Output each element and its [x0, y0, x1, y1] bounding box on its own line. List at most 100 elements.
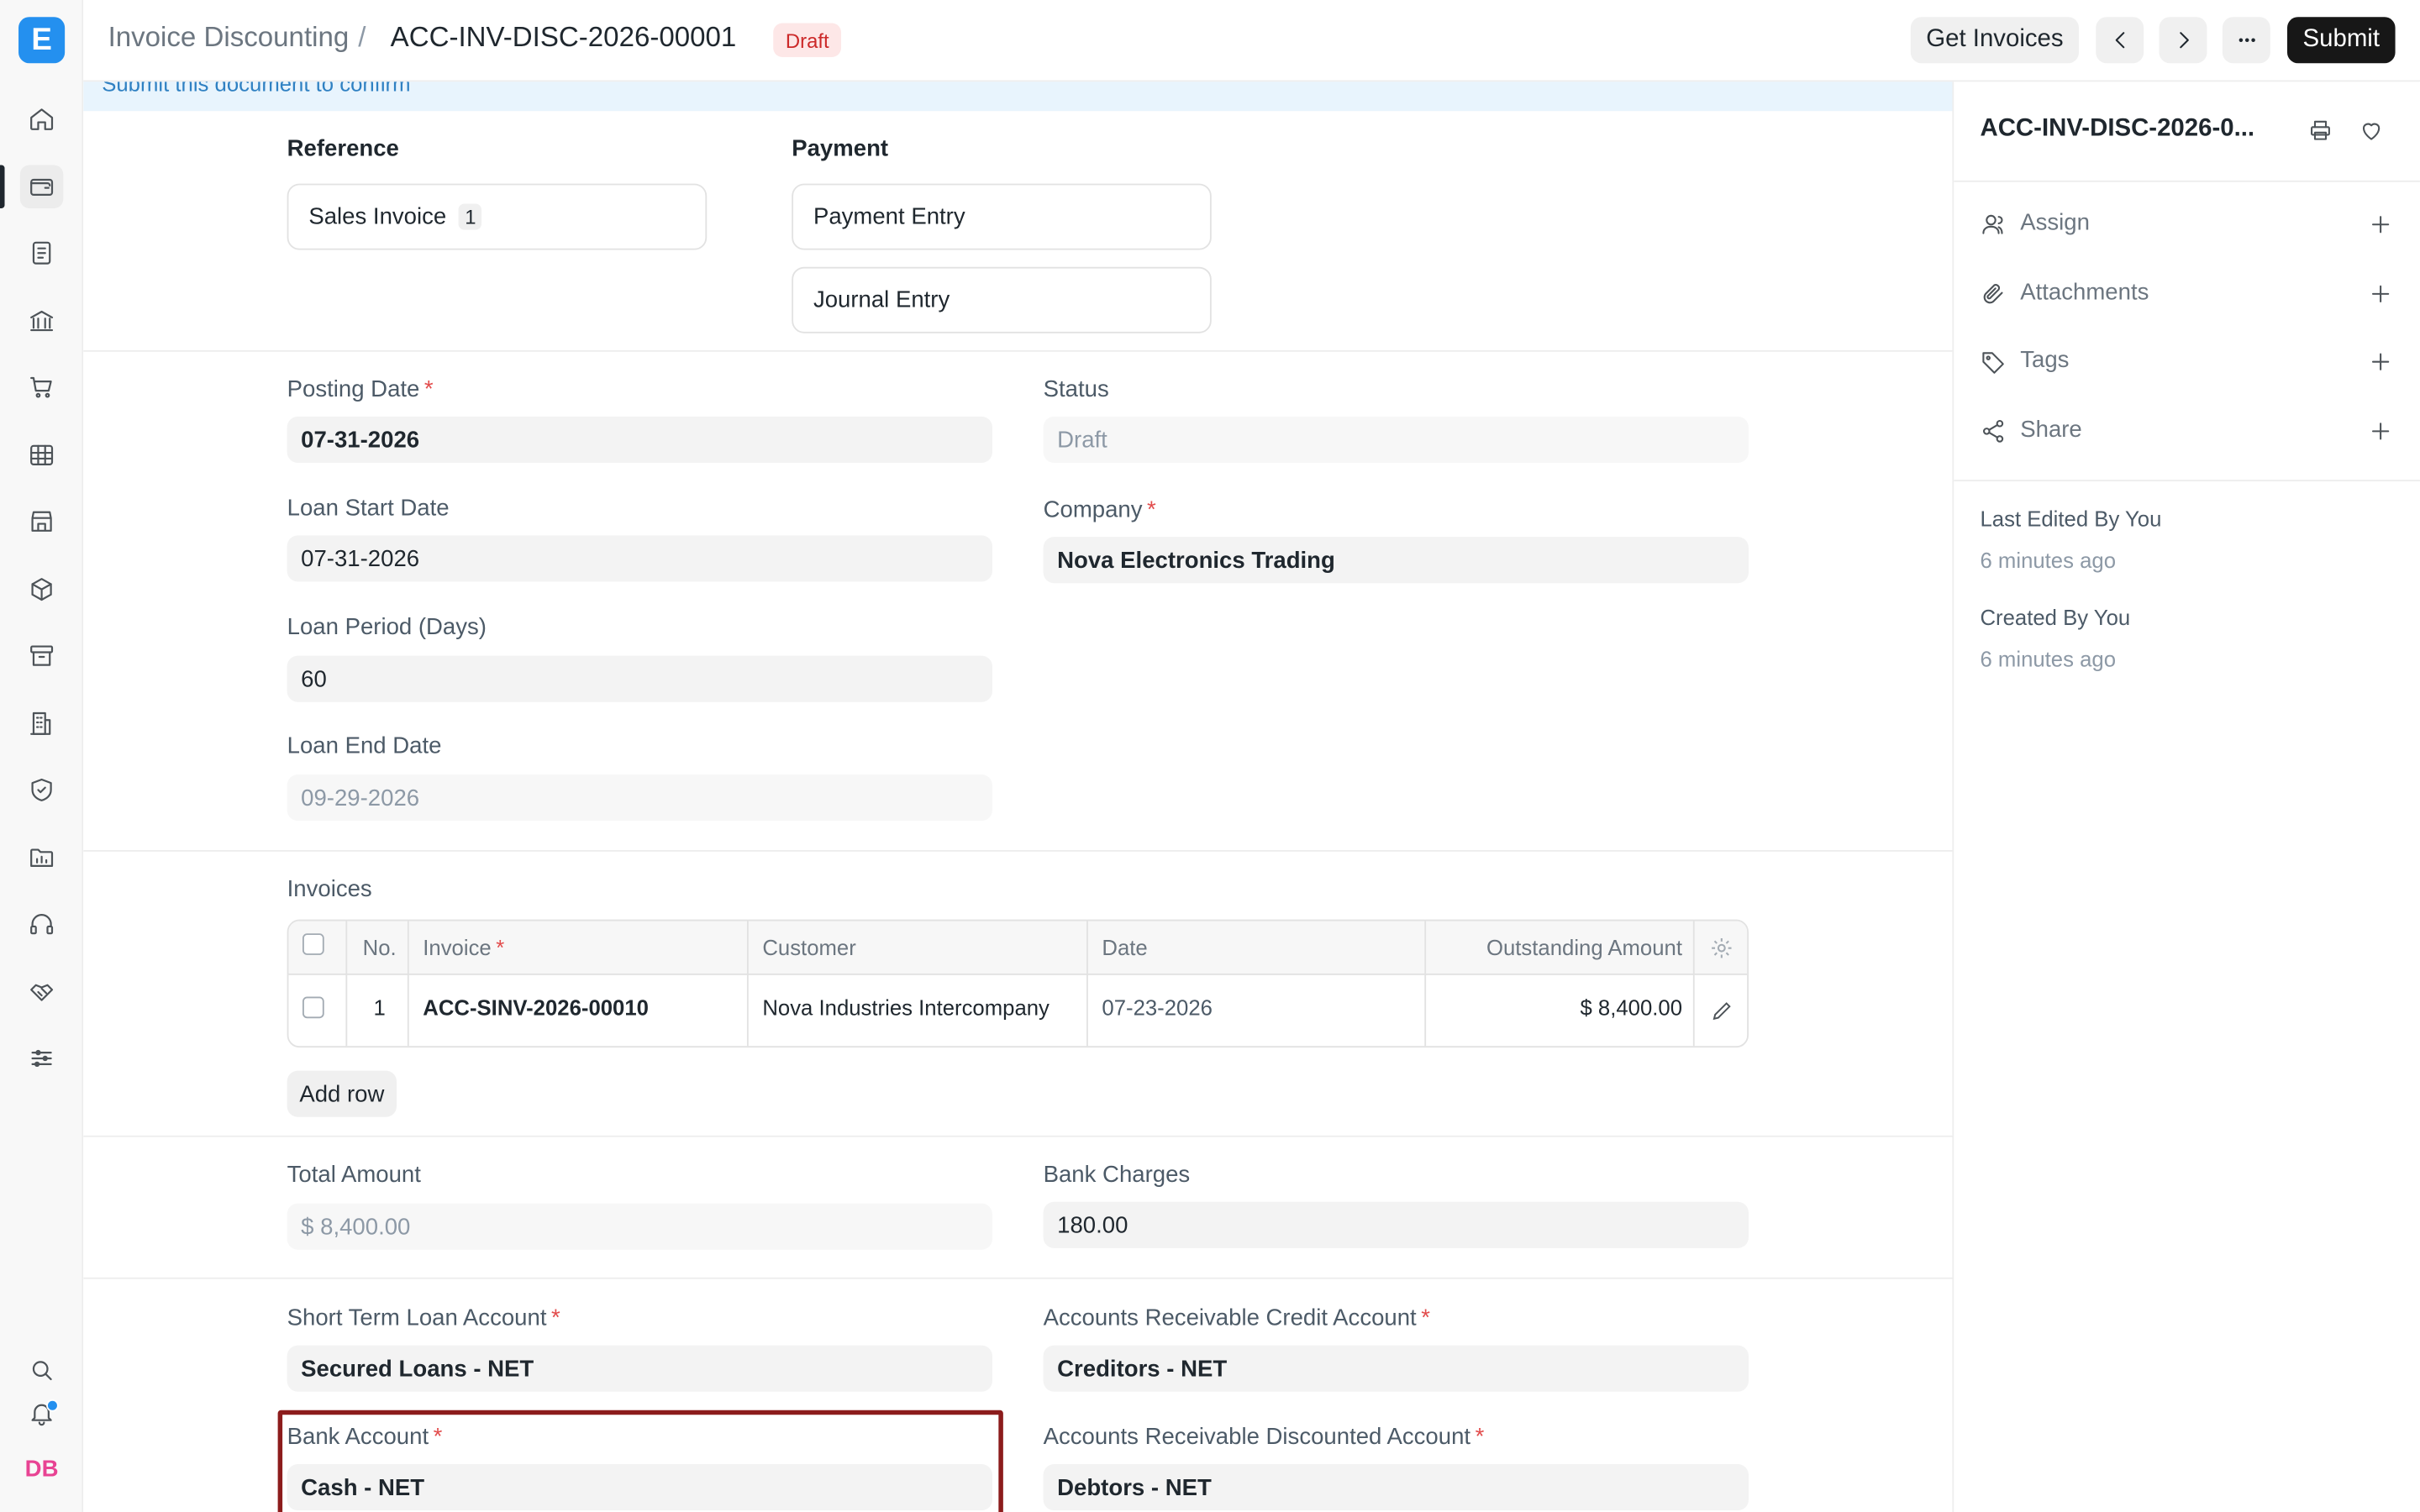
active-indicator — [0, 165, 5, 208]
plus-icon[interactable] — [2367, 418, 2393, 444]
add-row-button[interactable]: Add row — [287, 1070, 397, 1117]
sidebar-assign[interactable]: Assign — [1980, 207, 2393, 244]
bell-icon[interactable] — [20, 1392, 63, 1435]
pencil-icon[interactable] — [1710, 998, 1734, 1022]
short-term-loan-account-label: Short Term Loan Account * — [287, 1305, 560, 1332]
bank-charges-label: Bank Charges — [1043, 1162, 1191, 1189]
invoices-table: No. Invoice * Customer Date Outstanding A… — [287, 919, 1749, 1048]
payment-heading: Payment — [792, 135, 889, 162]
column-divider — [1086, 921, 1088, 1047]
page-title: ACC-INV-DISC-2026-00001 — [390, 21, 737, 53]
ar-credit-account-label: Accounts Receivable Credit Account * — [1043, 1305, 1430, 1332]
archive-icon[interactable] — [20, 634, 63, 677]
posting-date-field[interactable]: 07-31-2026 — [287, 416, 992, 464]
package-icon[interactable] — [20, 568, 63, 611]
loan-end-date-field: 09-29-2026 — [287, 774, 992, 822]
more-actions-button[interactable] — [2222, 17, 2270, 64]
company-field[interactable]: Nova Electronics Trading — [1043, 537, 1749, 584]
sidebar-share[interactable]: Share — [1980, 413, 2393, 450]
bank-charges-field[interactable]: 180.00 — [1043, 1201, 1749, 1248]
ar-discounted-account-label: Accounts Receivable Discounted Account * — [1043, 1424, 1485, 1451]
left-rail: E DB — [0, 0, 84, 1512]
plus-icon[interactable] — [2367, 349, 2393, 375]
wallet-icon[interactable] — [19, 165, 64, 208]
row-customer[interactable]: Nova Industries Intercompany — [762, 995, 1050, 1020]
ar-discounted-account-field[interactable]: Debtors - NET — [1043, 1464, 1749, 1511]
payment-entry-link[interactable]: Payment Entry — [792, 183, 1212, 250]
avatar[interactable]: DB — [20, 1447, 63, 1490]
bank-icon[interactable] — [20, 299, 63, 342]
ellipsis-icon — [2238, 38, 2254, 43]
submit-button[interactable]: Submit — [2286, 17, 2396, 64]
row-date[interactable]: 07-23-2026 — [1102, 995, 1213, 1020]
loan-end-date-label: Loan End Date — [287, 732, 442, 759]
headset-icon[interactable] — [20, 902, 63, 945]
ar-credit-account-field[interactable]: Creditors - NET — [1043, 1345, 1749, 1392]
building-icon[interactable] — [20, 702, 63, 745]
sidebar-divider — [1954, 480, 2420, 482]
home-icon[interactable] — [20, 97, 63, 140]
company-label: Company * — [1043, 496, 1156, 523]
invoices-heading: Invoices — [287, 876, 372, 903]
cart-icon[interactable] — [20, 365, 63, 408]
breadcrumb-parent[interactable]: Invoice Discounting — [108, 22, 350, 53]
sidebar-title: ACC-INV-DISC-2026-0... — [1980, 115, 2255, 142]
status-badge: Draft — [773, 23, 842, 57]
store-icon[interactable] — [20, 500, 63, 543]
next-button[interactable] — [2159, 17, 2207, 64]
sidebar-attachments[interactable]: Attachments — [1980, 276, 2393, 313]
loan-start-date-label: Loan Start Date — [287, 495, 450, 522]
column-header-customer: Customer — [762, 935, 856, 960]
loan-start-date-field[interactable]: 07-31-2026 — [287, 535, 992, 582]
handshake-icon[interactable] — [20, 970, 63, 1013]
folder-chart-icon[interactable] — [20, 836, 63, 879]
plus-icon[interactable] — [2367, 281, 2393, 307]
plus-icon[interactable] — [2367, 212, 2393, 238]
sales-invoice-count: 1 — [458, 203, 482, 230]
paperclip-icon — [1983, 284, 2003, 304]
table-icon[interactable] — [20, 433, 63, 476]
loan-period-field[interactable]: 60 — [287, 655, 992, 702]
document-icon[interactable] — [20, 232, 63, 275]
sidebar-tags-label: Tags — [2020, 347, 2070, 374]
form-body: Submit this document to confirm Referenc… — [83, 81, 1954, 1512]
shield-icon[interactable] — [20, 769, 63, 811]
previous-button[interactable] — [2096, 17, 2144, 64]
column-header-date: Date — [1102, 935, 1148, 960]
sales-invoice-label: Sales Invoice — [308, 203, 447, 230]
share-icon — [1982, 419, 2004, 443]
status-field: Draft — [1043, 416, 1749, 464]
printer-icon[interactable] — [2304, 114, 2335, 145]
search-icon[interactable] — [20, 1348, 63, 1391]
gear-icon[interactable] — [1708, 935, 1734, 961]
loan-period-label: Loan Period (Days) — [287, 614, 487, 641]
row-no: 1 — [373, 995, 386, 1021]
section-divider — [83, 349, 1953, 352]
row-invoice[interactable]: ACC-SINV-2026-00010 — [423, 995, 649, 1020]
tag-icon — [1982, 352, 2004, 374]
column-header-invoice: Invoice * — [423, 935, 505, 960]
short-term-loan-account-field[interactable]: Secured Loans - NET — [287, 1345, 992, 1392]
heart-icon[interactable] — [2355, 114, 2386, 145]
last-edited-time: 6 minutes ago — [1980, 548, 2117, 573]
sidebar-share-label: Share — [2020, 416, 2082, 444]
column-divider — [345, 921, 348, 1047]
sidebar-tags[interactable]: Tags — [1980, 344, 2393, 381]
sales-invoice-link[interactable]: Sales Invoice 1 — [287, 183, 708, 250]
section-divider — [83, 850, 1953, 852]
sliders-icon[interactable] — [20, 1037, 63, 1079]
sidebar-assign-label: Assign — [2020, 209, 2090, 237]
notification-dot — [46, 1399, 59, 1412]
get-invoices-button[interactable]: Get Invoices — [1910, 17, 2080, 64]
reference-heading: Reference — [287, 135, 399, 162]
section-divider — [83, 1277, 1953, 1279]
total-amount-label: Total Amount — [287, 1162, 421, 1189]
journal-entry-link[interactable]: Journal Entry — [792, 266, 1212, 333]
column-divider — [746, 921, 749, 1047]
row-checkbox[interactable] — [302, 996, 324, 1019]
app-logo[interactable]: E — [18, 17, 66, 64]
select-all-checkbox[interactable] — [302, 933, 324, 955]
row-outstanding[interactable]: $ 8,400.00 — [1580, 995, 1682, 1020]
column-divider — [1424, 921, 1427, 1047]
column-header-outstanding: Outstanding Amount — [1486, 935, 1683, 960]
